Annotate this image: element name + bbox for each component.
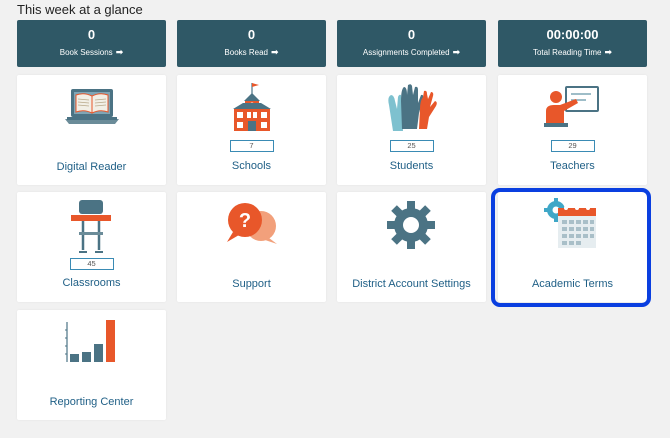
card-reporting-center[interactable]: Reporting Center xyxy=(17,310,166,420)
card-teachers[interactable]: 29 Teachers xyxy=(498,75,647,185)
card-schools[interactable]: 7 Schools xyxy=(177,75,326,185)
stat-label: Books Read xyxy=(224,48,269,57)
card-title: District Account Settings xyxy=(352,278,471,290)
card-title: Classrooms xyxy=(62,277,121,289)
classrooms-count: 45 xyxy=(69,258,114,270)
stat-label: Assignments Completed xyxy=(362,48,450,57)
page-heading: This week at a glance xyxy=(17,2,143,17)
stat-value: 0 xyxy=(87,27,96,42)
stat-label: Book Sessions xyxy=(59,48,113,57)
arrow-right-icon: ➡ xyxy=(115,47,124,57)
stat-books-read[interactable]: 0 Books Read ➡ xyxy=(177,20,326,67)
teacher-board-icon xyxy=(544,86,599,127)
card-digital-reader[interactable]: Digital Reader xyxy=(17,75,166,185)
arrow-right-icon: ➡ xyxy=(604,47,613,57)
card-title: Reporting Center xyxy=(49,396,134,408)
laptop-book-icon xyxy=(65,89,119,124)
teachers-count: 29 xyxy=(550,140,595,152)
raised-hands-icon xyxy=(388,84,437,131)
card-support[interactable]: ? Support xyxy=(177,192,326,302)
school-building-icon xyxy=(233,83,271,131)
stat-value: 0 xyxy=(247,27,256,42)
card-district-account-settings[interactable]: District Account Settings xyxy=(337,192,486,302)
selection-highlight xyxy=(491,188,651,307)
stat-assignments-completed[interactable]: 0 Assignments Completed ➡ xyxy=(337,20,486,67)
schools-count: 7 xyxy=(229,140,274,152)
svg-text:?: ? xyxy=(239,210,251,232)
card-title: Teachers xyxy=(550,160,595,172)
card-students[interactable]: 25 Students xyxy=(337,75,486,185)
card-title: Schools xyxy=(231,160,272,172)
stat-value: 0 xyxy=(407,27,416,42)
stat-book-sessions[interactable]: 0 Book Sessions ➡ xyxy=(17,20,166,67)
students-count: 25 xyxy=(389,140,434,152)
card-title: Students xyxy=(389,160,434,172)
arrow-right-icon: ➡ xyxy=(271,47,279,57)
classroom-desk-icon xyxy=(71,200,111,253)
stat-value: 00:00:00 xyxy=(546,27,599,42)
card-title: Digital Reader xyxy=(56,161,127,173)
card-classrooms[interactable]: 45 Classrooms xyxy=(17,192,166,302)
stat-total-reading-time[interactable]: 00:00:00 Total Reading Time ➡ xyxy=(498,20,647,67)
question-speech-bubbles-icon: ? xyxy=(227,203,277,244)
arrow-right-icon: ➡ xyxy=(452,47,461,57)
gear-icon xyxy=(387,201,435,249)
card-title: Support xyxy=(232,278,271,290)
bar-chart-icon xyxy=(65,320,115,362)
stat-label: Total Reading Time xyxy=(532,48,602,57)
